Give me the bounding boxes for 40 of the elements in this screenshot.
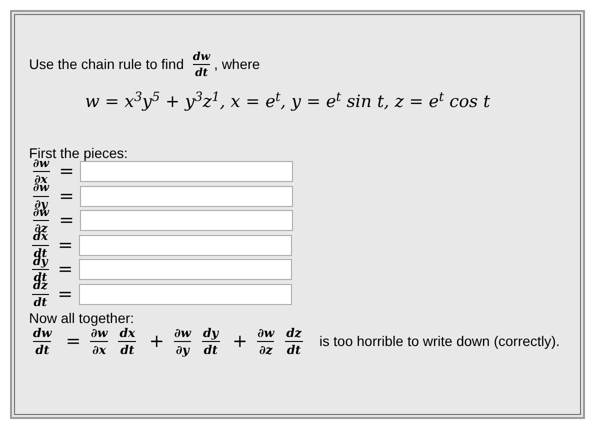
- numerator: dx: [120, 326, 136, 340]
- answer-field[interactable]: [78, 259, 292, 280]
- answer-field[interactable]: [80, 186, 294, 207]
- denominator: dt: [118, 340, 136, 356]
- denominator: ∂x: [90, 340, 108, 356]
- denominator: dt: [193, 64, 210, 78]
- denominator: dt: [33, 340, 52, 356]
- equation: w = x$^{3}$y$^{5}$ + y$^{3}$z$^{1}$, x = e$^{t}$, y = e$^{t}$ sin t, z = e$^{t}$ cos t: [84, 90, 490, 114]
- note-text: is too horrible to write down (correctly).: [319, 332, 560, 351]
- denominator: dt: [32, 294, 49, 308]
- numerator: ∂w: [173, 326, 192, 340]
- numerator: dw: [32, 326, 53, 340]
- denominator: dt: [284, 340, 303, 356]
- instruction-text: , where: [214, 55, 260, 74]
- answer-field[interactable]: [78, 284, 292, 305]
- operator: =: [66, 330, 81, 354]
- denominator: ∂y: [174, 340, 192, 356]
- numerator: ∂w: [256, 326, 276, 340]
- denominator: ∂y: [32, 196, 50, 210]
- equals-sign: =: [58, 282, 73, 307]
- equals-sign: =: [58, 258, 73, 282]
- numerator: dz: [285, 326, 302, 340]
- answer-field[interactable]: [80, 161, 294, 182]
- numerator: dw: [192, 51, 212, 64]
- numerator: ∂w: [90, 326, 108, 340]
- equals-sign: =: [58, 234, 73, 258]
- equals-sign: =: [59, 184, 74, 209]
- answer-field[interactable]: [80, 210, 294, 232]
- numerator: dy: [202, 326, 220, 340]
- answer-field[interactable]: [79, 234, 292, 256]
- section-heading: Now all together:: [29, 310, 134, 324]
- operator: +: [149, 330, 164, 354]
- denominator: ∂z: [257, 340, 274, 356]
- section-heading: First the pieces:: [29, 146, 128, 160]
- operator: +: [232, 330, 248, 354]
- equals-sign: =: [59, 209, 74, 234]
- instruction-text: Use the chain rule to find: [29, 55, 184, 74]
- equals-sign: =: [59, 160, 74, 184]
- numerator: ∂w: [33, 158, 50, 172]
- denominator: dt: [202, 340, 220, 356]
